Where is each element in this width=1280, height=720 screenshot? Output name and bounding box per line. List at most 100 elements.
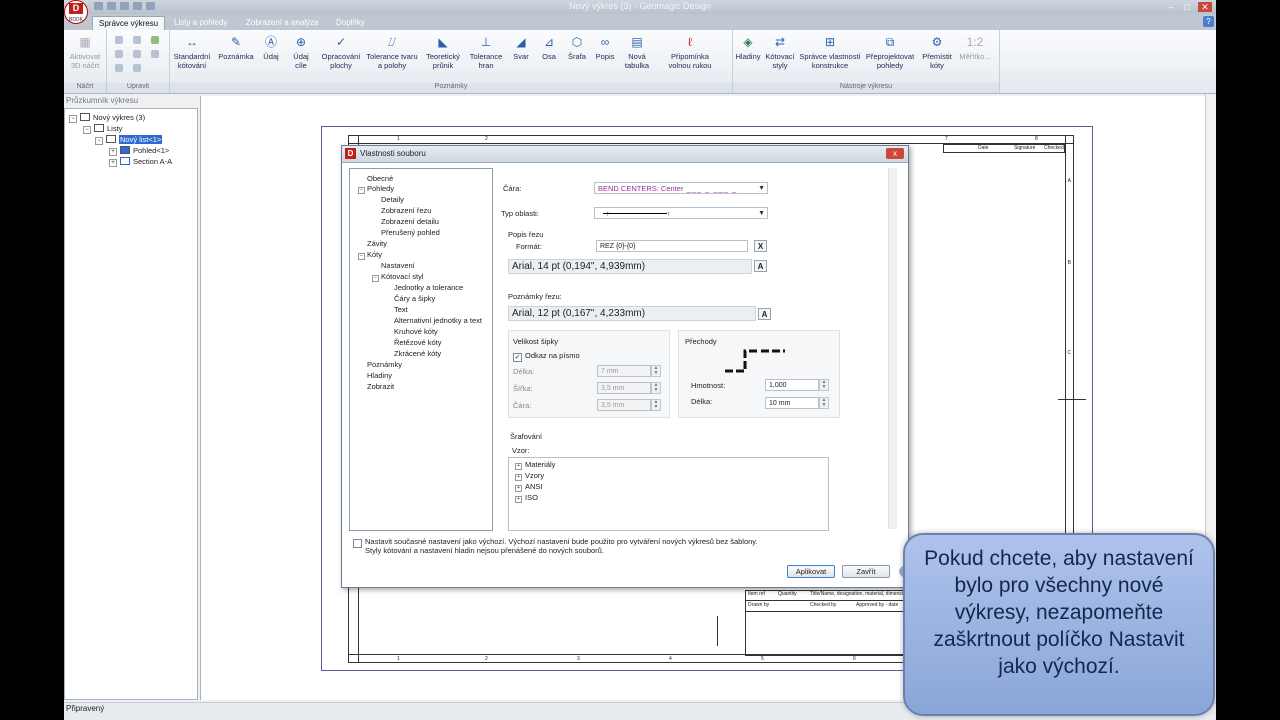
format-input[interactable]: REZ {0}-{0} [596, 240, 748, 252]
font-button[interactable]: A [758, 308, 771, 320]
checkbox-checked-icon[interactable]: ✓ [513, 353, 522, 362]
tab-spravce-vykresu[interactable]: Správce výkresu [92, 16, 166, 30]
odkaz-na-pismo-checkbox[interactable]: ✓ Odkaz na písmo [513, 351, 580, 362]
undo-icon[interactable] [107, 2, 116, 10]
cara-sipky-input[interactable]: 3,5 mm [597, 399, 651, 411]
edit-icon[interactable] [151, 36, 159, 44]
options-icon[interactable] [146, 2, 155, 10]
delka-prechodu-spinner[interactable]: ▲ ▼ [819, 397, 829, 409]
pattern-iso[interactable]: + ISO [515, 493, 538, 503]
close-dialog-button[interactable]: Zavřít [842, 565, 890, 578]
expand-icon[interactable]: + [515, 474, 522, 481]
pattern-list[interactable]: + Materiály + Vzory + ANSI + ISO [508, 457, 829, 531]
edit-icon[interactable] [115, 50, 123, 58]
pattern-materialy[interactable]: + Materiály [515, 460, 555, 470]
nav-koty[interactable]: − Kóty [358, 250, 382, 260]
sirka-spinner[interactable]: ▲ ▼ [651, 382, 661, 394]
nav-zobrazit[interactable]: Zobrazit [367, 382, 394, 391]
font-button[interactable]: A [754, 260, 767, 272]
pattern-vzory[interactable]: + Vzory [515, 471, 544, 481]
balloon-button[interactable]: ∞ Popis [592, 34, 618, 61]
settings-scrollbar[interactable] [888, 168, 897, 529]
collapse-icon[interactable]: − [358, 187, 365, 194]
tree-sheets[interactable]: − Listy [83, 124, 122, 134]
expand-icon[interactable]: + [515, 485, 522, 492]
cara-combo[interactable]: BEND CENTERS: Center ___ _ ___ _ ▼ [594, 182, 768, 194]
hatch-button[interactable]: ⬡ Šrafa [564, 34, 590, 61]
collapse-icon[interactable]: − [69, 115, 77, 123]
close-button[interactable]: ✕ [1198, 2, 1212, 12]
edit-icon[interactable] [151, 50, 159, 58]
save-icon[interactable] [94, 2, 103, 10]
gdt-button[interactable]: ⌰ Tolerance tvaru a polohy [366, 34, 418, 70]
tree-sheet-1[interactable]: − Nový list<1> [95, 135, 163, 145]
datum-target-button[interactable]: ⊕ Údaj cíle [288, 34, 314, 70]
expand-icon[interactable]: + [109, 159, 117, 167]
nav-text[interactable]: Text [394, 305, 408, 314]
edit-icon[interactable] [133, 50, 141, 58]
reproject-views-button[interactable]: ⧉ Přeprojektovat pohledy [861, 34, 919, 70]
collapse-icon[interactable]: − [358, 253, 365, 260]
edit-icon[interactable] [133, 64, 141, 72]
cara-sipky-spinner[interactable]: ▲ ▼ [651, 399, 661, 411]
note-button[interactable]: ✎ Poznámka [216, 34, 256, 61]
nav-zkracene-koty[interactable]: Zkrácené kóty [394, 349, 441, 358]
expand-icon[interactable]: + [515, 463, 522, 470]
edit-icon[interactable] [115, 36, 123, 44]
nav-cary-a-sipky[interactable]: Čáry a šipky [394, 294, 435, 303]
minimize-button[interactable]: – [1164, 2, 1178, 12]
nav-poznamky[interactable]: Poznámky [367, 360, 402, 369]
new-table-button[interactable]: ▤ Nová tabulka [620, 34, 654, 70]
delka-input[interactable]: 7 mm [597, 365, 651, 377]
insert-variable-button[interactable]: X [754, 240, 767, 252]
maximize-button[interactable]: □ [1180, 2, 1194, 12]
tab-doplnky[interactable]: Doplňky [330, 16, 371, 30]
scale-button[interactable]: 1:2 Měřítko... [955, 34, 995, 61]
freehand-markup-button[interactable]: ℓ Připomínka volnou rukou [660, 34, 720, 70]
standard-dimension-button[interactable]: ↔ Standardní kótování [172, 34, 212, 70]
pattern-ansi[interactable]: + ANSI [515, 482, 543, 492]
design-properties-button[interactable]: ⊞ Správce vlastností konstrukce [797, 34, 863, 70]
nav-preruseny-pohled[interactable]: Přerušený pohled [381, 228, 440, 237]
tree-root[interactable]: − Nový výkres (3) [69, 113, 145, 123]
hmotnost-input[interactable]: 1,000 [765, 379, 819, 391]
tab-listy-a-pohledy[interactable]: Listy a pohledy [168, 16, 233, 30]
nav-alternativni-jednotky[interactable]: Alternativní jednotky a text [394, 316, 482, 325]
nav-zobrazeni-detailu[interactable]: Zobrazení detailu [381, 217, 439, 226]
collapse-icon[interactable]: − [95, 137, 103, 145]
hmotnost-spinner[interactable]: ▲ ▼ [819, 379, 829, 391]
sirka-input[interactable]: 3,5 mm [597, 382, 651, 394]
centerline-button[interactable]: ⊿ Osa [536, 34, 562, 61]
layers-button[interactable]: ◈ Hladiny [733, 34, 763, 61]
nav-zavity[interactable]: Závity [367, 239, 387, 248]
delka-prechodu-input[interactable]: 10 mm [765, 397, 819, 409]
nav-retezove-koty[interactable]: Řetězové kóty [394, 338, 442, 347]
weld-button[interactable]: ◢ Svar [508, 34, 534, 61]
virtual-sharp-button[interactable]: ◣ Teoretický průnik [420, 34, 466, 70]
nav-pohledy[interactable]: − Pohledy [358, 184, 394, 194]
move-dimensions-button[interactable]: ⚙ Přemístit kóty [919, 34, 955, 70]
collapse-icon[interactable]: − [83, 126, 91, 134]
tree-section-aa[interactable]: + Section A-A [109, 157, 172, 167]
nav-obecne[interactable]: Obecné [367, 174, 393, 183]
datum-button[interactable]: Ⓐ Údaj [258, 34, 284, 61]
surface-finish-button[interactable]: ✓ Opracování plochy [318, 34, 364, 70]
edit-icon[interactable] [133, 36, 141, 44]
app-logo[interactable]: D BDDK [64, 0, 88, 24]
redo-icon[interactable] [120, 2, 129, 10]
nav-kruhove-koty[interactable]: Kruhové kóty [394, 327, 438, 336]
nav-kotovaci-styl[interactable]: − Kótovací styl [372, 272, 424, 282]
typ-oblasti-combo[interactable]: ↑ ↑ ▼ [594, 207, 768, 219]
nav-detaily[interactable]: Detaily [381, 195, 404, 204]
nav-zobrazeni-rezu[interactable]: Zobrazení řezu [381, 206, 431, 215]
set-as-default-checkbox[interactable] [353, 539, 362, 548]
nav-jednotky-a-tolerance[interactable]: Jednotky a tolerance [394, 283, 463, 292]
help-icon[interactable]: ? [1203, 16, 1214, 27]
tab-zobrazeni-a-analyza[interactable]: Zobrazení a analýza [240, 16, 325, 30]
edit-icon[interactable] [115, 64, 123, 72]
print-icon[interactable] [133, 2, 142, 10]
edge-tolerance-button[interactable]: ⊥ Tolerance hran [466, 34, 506, 70]
expand-icon[interactable]: + [109, 148, 117, 156]
collapse-icon[interactable]: − [372, 275, 379, 282]
nav-hladiny[interactable]: Hladiny [367, 371, 392, 380]
